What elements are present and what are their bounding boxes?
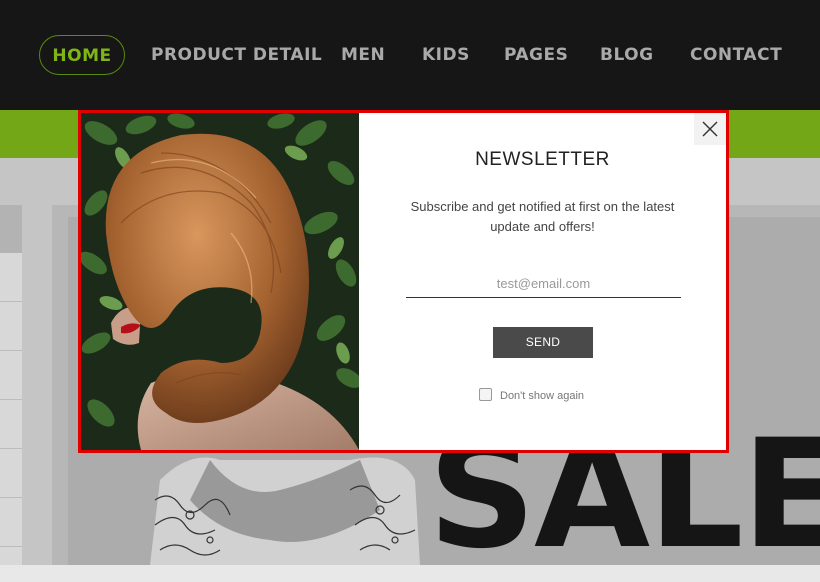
newsletter-modal: NEWSLETTER Subscribe and get notified at…: [78, 110, 729, 453]
newsletter-title: NEWSLETTER: [475, 149, 610, 170]
email-input[interactable]: [406, 269, 681, 298]
top-navigation: HOME PRODUCT DETAIL MEN KIDS PAGES BLOG …: [0, 0, 820, 110]
nav-pages[interactable]: PAGES: [504, 35, 568, 75]
dont-show-again[interactable]: Don't show again: [479, 388, 584, 402]
newsletter-promo-image: [81, 113, 359, 450]
dont-show-checkbox[interactable]: [479, 388, 492, 401]
nav-home[interactable]: HOME: [39, 35, 125, 75]
nav-blog[interactable]: BLOG: [600, 35, 654, 75]
nav-product-detail[interactable]: PRODUCT DETAIL: [151, 35, 322, 75]
nav-kids[interactable]: KIDS: [422, 35, 470, 75]
nav-contact[interactable]: CONTACT: [690, 35, 782, 75]
close-button[interactable]: [694, 113, 726, 145]
newsletter-description: Subscribe and get notified at first on t…: [410, 199, 675, 234]
close-icon: [702, 121, 718, 137]
newsletter-content: NEWSLETTER Subscribe and get notified at…: [359, 113, 726, 450]
nav-men[interactable]: MEN: [341, 35, 385, 75]
send-button[interactable]: SEND: [493, 327, 593, 358]
dont-show-label: Don't show again: [500, 390, 585, 402]
